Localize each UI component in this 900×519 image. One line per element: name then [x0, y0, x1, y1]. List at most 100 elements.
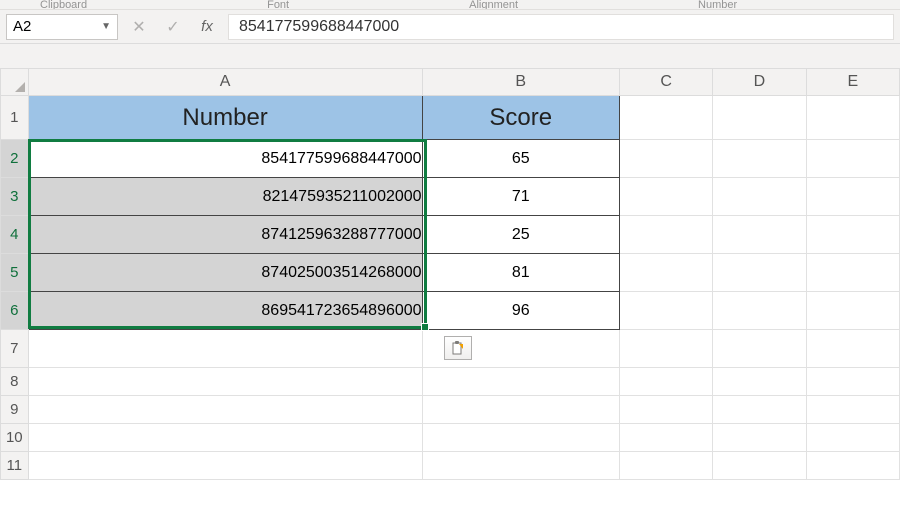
- cell-E7[interactable]: [806, 330, 899, 368]
- row-head-8[interactable]: 8: [1, 368, 29, 396]
- row-head-1[interactable]: 1: [1, 96, 29, 140]
- cell-C8[interactable]: [619, 368, 712, 396]
- fx-icon[interactable]: fx: [194, 14, 220, 40]
- row-11: 11: [1, 452, 900, 480]
- cell-A2[interactable]: 854177599688447000: [28, 140, 422, 178]
- column-header-row: A B C D E: [1, 69, 900, 96]
- row-head-9[interactable]: 9: [1, 396, 29, 424]
- formula-bar-input[interactable]: 854177599688447000: [228, 14, 894, 40]
- cell-A10[interactable]: [28, 424, 422, 452]
- grid-table: A B C D E 1 Number Score 2 8541775996884…: [0, 68, 900, 480]
- row-head-11[interactable]: 11: [1, 452, 29, 480]
- row-2: 2 854177599688447000 65: [1, 140, 900, 178]
- cell-B10[interactable]: [422, 424, 619, 452]
- cell-D3[interactable]: [713, 178, 806, 216]
- cell-B9[interactable]: [422, 396, 619, 424]
- cell-D11[interactable]: [713, 452, 806, 480]
- cell-C11[interactable]: [619, 452, 712, 480]
- cell-D5[interactable]: [713, 254, 806, 292]
- cell-D7[interactable]: [713, 330, 806, 368]
- cell-B4[interactable]: 25: [422, 216, 619, 254]
- row-4: 4 874125963288777000 25: [1, 216, 900, 254]
- col-head-A[interactable]: A: [28, 69, 422, 96]
- cell-D6[interactable]: [713, 292, 806, 330]
- cell-B8[interactable]: [422, 368, 619, 396]
- ribbon-groups: Clipboard Font Alignment Number: [0, 0, 900, 10]
- row-head-2[interactable]: 2: [1, 140, 29, 178]
- col-head-E[interactable]: E: [806, 69, 899, 96]
- cell-B5[interactable]: 81: [422, 254, 619, 292]
- worksheet[interactable]: A B C D E 1 Number Score 2 8541775996884…: [0, 68, 900, 480]
- cell-C7[interactable]: [619, 330, 712, 368]
- cell-A5[interactable]: 874025003514268000: [28, 254, 422, 292]
- cell-A9[interactable]: [28, 396, 422, 424]
- enter-formula-icon[interactable]: ✓: [160, 14, 186, 40]
- cell-D9[interactable]: [713, 396, 806, 424]
- cell-A4[interactable]: 874125963288777000: [28, 216, 422, 254]
- cell-C6[interactable]: [619, 292, 712, 330]
- row-9: 9: [1, 396, 900, 424]
- row-6: 6 869541723654896000 96: [1, 292, 900, 330]
- row-head-5[interactable]: 5: [1, 254, 29, 292]
- cell-E1[interactable]: [806, 96, 899, 140]
- col-head-D[interactable]: D: [713, 69, 806, 96]
- cell-C3[interactable]: [619, 178, 712, 216]
- col-head-C[interactable]: C: [619, 69, 712, 96]
- cell-E11[interactable]: [806, 452, 899, 480]
- cell-C4[interactable]: [619, 216, 712, 254]
- row-head-7[interactable]: 7: [1, 330, 29, 368]
- row-head-10[interactable]: 10: [1, 424, 29, 452]
- cell-B3[interactable]: 71: [422, 178, 619, 216]
- cell-C2[interactable]: [619, 140, 712, 178]
- cell-A8[interactable]: [28, 368, 422, 396]
- cell-D8[interactable]: [713, 368, 806, 396]
- row-5: 5 874025003514268000 81: [1, 254, 900, 292]
- col-head-B[interactable]: B: [422, 69, 619, 96]
- cell-E6[interactable]: [806, 292, 899, 330]
- cell-E9[interactable]: [806, 396, 899, 424]
- cell-C1[interactable]: [619, 96, 712, 140]
- cell-E2[interactable]: [806, 140, 899, 178]
- ribbon-group-clipboard: Clipboard: [40, 0, 87, 10]
- cell-B11[interactable]: [422, 452, 619, 480]
- cell-D10[interactable]: [713, 424, 806, 452]
- cancel-formula-icon[interactable]: ✕: [126, 14, 152, 40]
- cell-A3[interactable]: 821475935211002000: [28, 178, 422, 216]
- row-head-3[interactable]: 3: [1, 178, 29, 216]
- cell-E8[interactable]: [806, 368, 899, 396]
- cell-D2[interactable]: [713, 140, 806, 178]
- cell-A11[interactable]: [28, 452, 422, 480]
- chevron-down-icon[interactable]: ▼: [101, 21, 111, 32]
- cell-B6[interactable]: 96: [422, 292, 619, 330]
- name-box[interactable]: A2 ▼: [6, 14, 118, 40]
- row-head-6[interactable]: 6: [1, 292, 29, 330]
- formula-bar-value: 854177599688447000: [239, 18, 399, 36]
- cell-C5[interactable]: [619, 254, 712, 292]
- cell-A6[interactable]: 869541723654896000: [28, 292, 422, 330]
- cell-E3[interactable]: [806, 178, 899, 216]
- ribbon-group-alignment: Alignment: [469, 0, 518, 10]
- cell-B1[interactable]: Score: [422, 96, 619, 140]
- cell-E5[interactable]: [806, 254, 899, 292]
- row-1: 1 Number Score: [1, 96, 900, 140]
- cell-E4[interactable]: [806, 216, 899, 254]
- cell-B2[interactable]: 65: [422, 140, 619, 178]
- cell-D4[interactable]: [713, 216, 806, 254]
- cell-C9[interactable]: [619, 396, 712, 424]
- cell-E10[interactable]: [806, 424, 899, 452]
- name-box-value: A2: [13, 18, 31, 35]
- clipboard-icon: [450, 341, 466, 355]
- row-10: 10: [1, 424, 900, 452]
- cell-A7[interactable]: [28, 330, 422, 368]
- ribbon-group-number: Number: [698, 0, 737, 10]
- cell-D1[interactable]: [713, 96, 806, 140]
- select-all-triangle[interactable]: [1, 69, 29, 96]
- row-3: 3 821475935211002000 71: [1, 178, 900, 216]
- paste-options-button[interactable]: [444, 336, 472, 360]
- row-8: 8: [1, 368, 900, 396]
- row-head-4[interactable]: 4: [1, 216, 29, 254]
- cell-C10[interactable]: [619, 424, 712, 452]
- formula-bar-spacer: [0, 44, 900, 68]
- formula-bar-row: A2 ▼ ✕ ✓ fx 854177599688447000: [0, 10, 900, 44]
- cell-A1[interactable]: Number: [28, 96, 422, 140]
